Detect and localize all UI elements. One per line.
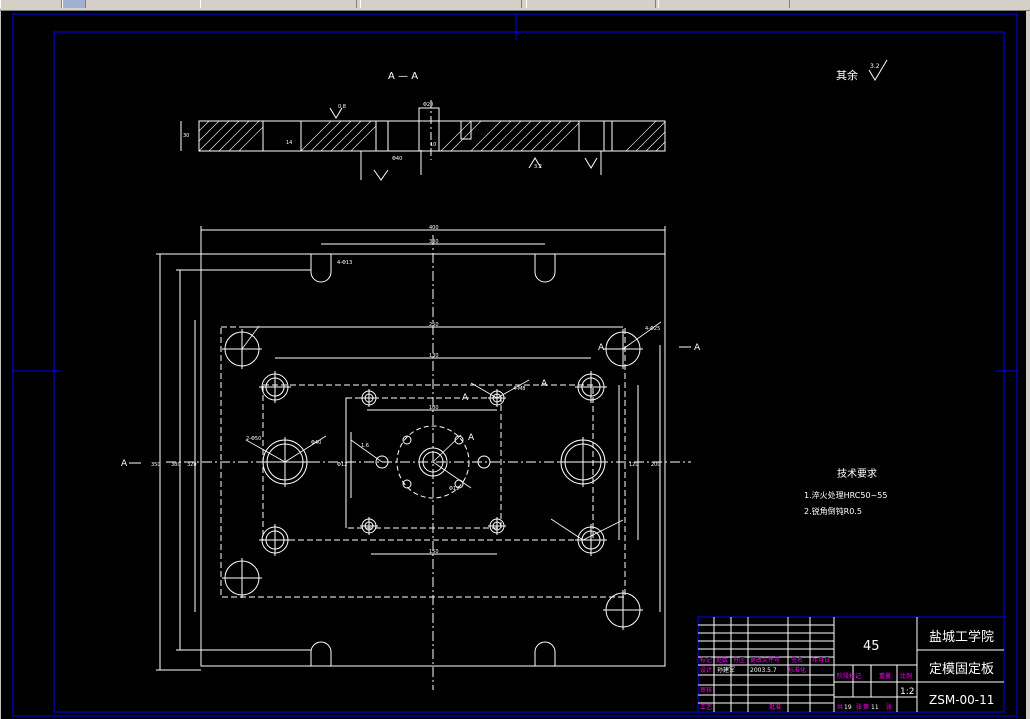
toolbar-dropdown[interactable] [360, 0, 522, 8]
svg-text:4-M8: 4-M8 [513, 386, 525, 392]
svg-text:2.锐角倒钝R0.5: 2.锐角倒钝R0.5 [804, 506, 862, 516]
hole-medium [575, 371, 607, 403]
svg-text:350: 350 [151, 462, 161, 468]
scale-value: 1:2 [900, 687, 914, 697]
svg-text:Φ40: Φ40 [311, 440, 321, 446]
material-label: 45 [863, 639, 880, 654]
svg-text:A: A [468, 433, 475, 443]
svg-text:3.2: 3.2 [870, 63, 880, 70]
svg-text:Φ12: Φ12 [449, 486, 459, 492]
toolbar-icon[interactable] [62, 0, 86, 8]
svg-text:重量: 重量 [879, 672, 891, 680]
hole-guide-pin [603, 590, 643, 630]
svg-text:张: 张 [856, 703, 862, 711]
svg-text:380: 380 [171, 462, 181, 468]
svg-text:19: 19 [844, 704, 852, 711]
svg-text:A: A [598, 343, 605, 353]
svg-text:批准: 批准 [769, 703, 781, 711]
svg-text:300: 300 [429, 239, 439, 245]
svg-text:A: A [541, 379, 548, 389]
toolbar-cell[interactable] [0, 0, 62, 8]
svg-text:标记: 标记 [700, 656, 712, 664]
svg-text:审核: 审核 [700, 686, 712, 694]
drawing-canvas[interactable]: A — A 0.8 3.2 Φ40 Φ20 30 14 10 其余 3.2 40… [0, 11, 1030, 719]
svg-text:更改文件号: 更改文件号 [750, 656, 780, 664]
svg-text:11: 11 [871, 704, 879, 711]
hole-small [360, 517, 378, 535]
svg-text:第: 第 [863, 703, 869, 711]
svg-text:设计: 设计 [700, 666, 712, 674]
svg-text:张: 张 [886, 703, 892, 711]
svg-text:标准化: 标准化 [788, 666, 806, 674]
technical-requirements: 技术要求 1.淬火处理HRC50~55 2.锐角倒钝R0.5 [804, 467, 887, 516]
hole-guide-pin [222, 558, 262, 598]
section-view-a-a: A — A 0.8 3.2 Φ40 Φ20 30 14 10 [180, 71, 666, 181]
svg-text:400: 400 [429, 225, 439, 231]
svg-text:0.8: 0.8 [338, 104, 346, 110]
hole-large [558, 437, 608, 487]
svg-text:30: 30 [183, 133, 189, 139]
svg-text:320: 320 [187, 462, 197, 468]
surface-roughness-note: 其余 3.2 [836, 59, 888, 82]
svg-text:250: 250 [429, 322, 439, 328]
svg-text:处数: 处数 [716, 656, 728, 664]
hole-medium [259, 524, 291, 556]
svg-text:1.6: 1.6 [361, 443, 369, 449]
svg-text:14: 14 [286, 140, 292, 146]
cad-drawing: A — A 0.8 3.2 Φ40 Φ20 30 14 10 其余 3.2 40… [12, 13, 1018, 717]
plan-dimensions: 400 300 250 130 100 150 350 380 320 200 … [151, 225, 661, 555]
svg-text:150: 150 [429, 549, 439, 555]
svg-text:100: 100 [429, 405, 439, 411]
toolbar-dropdown[interactable] [658, 0, 790, 8]
svg-text:Φ12: Φ12 [337, 462, 347, 468]
svg-text:技术要求: 技术要求 [837, 467, 877, 480]
vertical-scrollbar[interactable] [1026, 11, 1030, 719]
svg-text:A: A [121, 459, 128, 469]
toolbar-dropdown[interactable] [526, 0, 656, 8]
school-name: 盐城工学院 [929, 629, 994, 645]
svg-text:Φ20: Φ20 [423, 102, 433, 108]
application-toolbar [0, 0, 1030, 11]
section-title: A — A [388, 71, 418, 82]
svg-text:10: 10 [430, 142, 436, 148]
svg-text:120: 120 [629, 462, 639, 468]
drawing-border [12, 13, 1018, 717]
svg-text:200: 200 [651, 462, 661, 468]
svg-text:4-Φ13: 4-Φ13 [337, 260, 352, 266]
hole-small [360, 389, 378, 407]
part-name: 定模固定板 [929, 662, 994, 677]
svg-text:1.淬火处理HRC50~55: 1.淬火处理HRC50~55 [804, 490, 887, 500]
svg-text:130: 130 [429, 353, 439, 359]
hole-small [488, 517, 506, 535]
svg-text:4-Φ25: 4-Φ25 [645, 326, 660, 332]
svg-text:签名: 签名 [791, 656, 803, 664]
svg-text:3.2: 3.2 [534, 164, 542, 170]
svg-text:其余: 其余 [836, 68, 858, 82]
svg-text:比例: 比例 [900, 672, 912, 680]
svg-text:工艺: 工艺 [700, 703, 712, 711]
svg-text:共: 共 [837, 703, 843, 711]
toolbar-dropdown[interactable] [200, 0, 357, 8]
svg-text:Φ40: Φ40 [392, 156, 402, 162]
hole-medium [575, 524, 607, 556]
svg-text:阶段标记: 阶段标记 [837, 672, 861, 680]
svg-text:孙建军: 孙建军 [717, 666, 735, 674]
drawing-number: ZSM-00-11 [929, 693, 994, 707]
svg-text:分区: 分区 [733, 656, 745, 664]
svg-text:2-Φ50: 2-Φ50 [246, 436, 261, 442]
svg-text:2003.5.7: 2003.5.7 [750, 667, 777, 674]
svg-text:年月日: 年月日 [812, 656, 830, 664]
svg-text:A: A [462, 393, 469, 403]
section-marks: A A A A A A [121, 343, 701, 469]
hole-medium [259, 371, 291, 403]
svg-text:A: A [694, 343, 701, 353]
